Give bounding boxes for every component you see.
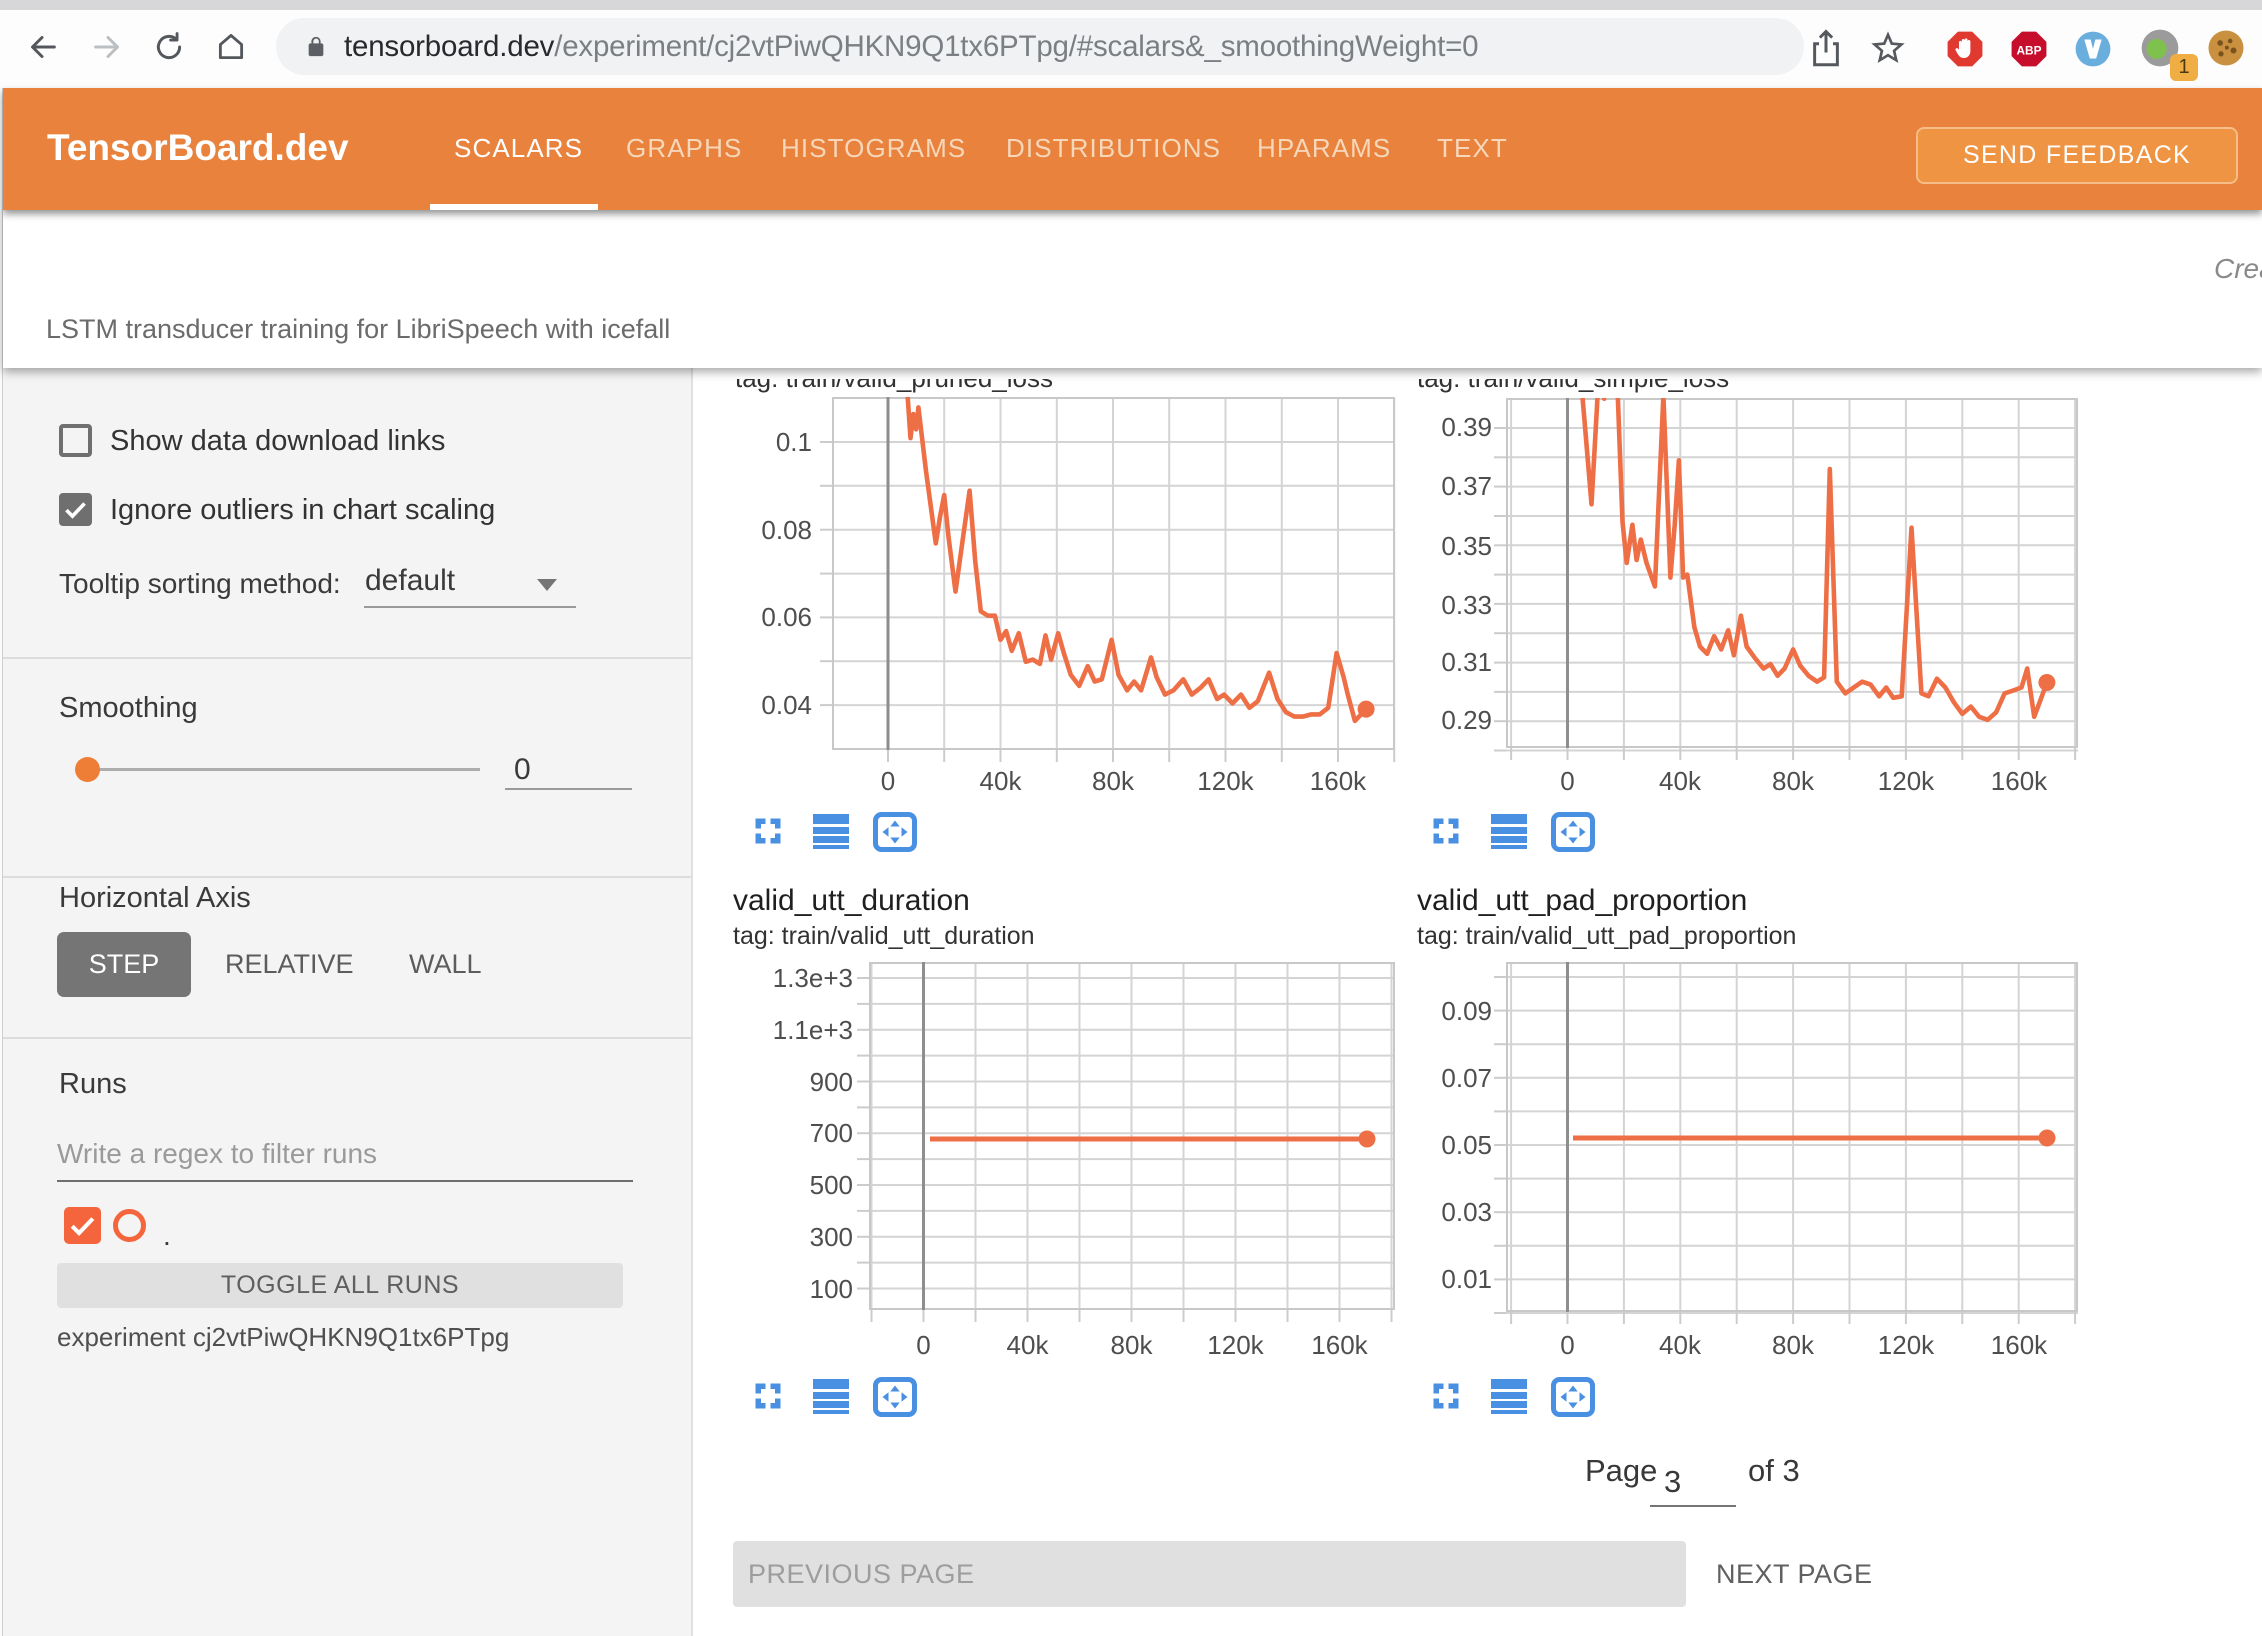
svg-text:ABP: ABP xyxy=(2016,44,2041,58)
